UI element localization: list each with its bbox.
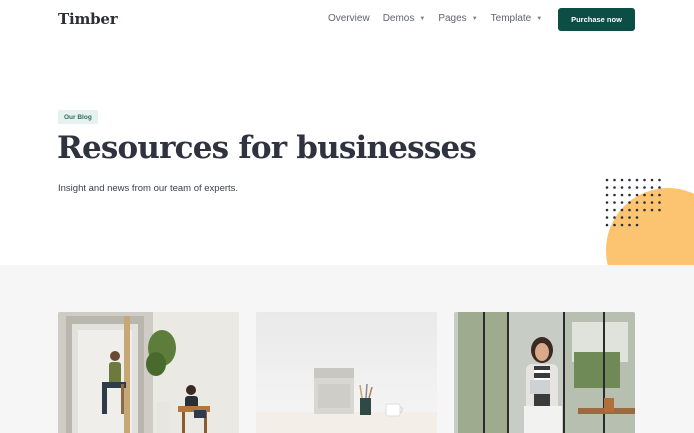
decor-dot [620,216,624,219]
decor-dot [620,193,624,197]
decor-dot [650,193,654,197]
decor-dot [628,223,631,227]
decor-dot [658,201,661,204]
nav-item-overview[interactable]: Overview [328,13,370,24]
decor-dot [643,186,646,189]
nav-label: Pages [438,13,467,24]
page-title: Resources for businesses [57,130,477,166]
decor-dot [605,208,609,212]
decor-dot [605,178,609,182]
decor-dot [628,216,631,219]
decor-dot [658,193,661,197]
nav-label: Template [490,13,532,24]
decor-dot [643,193,646,197]
decor-dot [620,186,624,189]
decor-dot [613,201,616,204]
accent-circle [606,188,694,265]
blog-card[interactable] [454,312,635,433]
decor-dot [650,208,654,212]
decor-dot [658,208,661,212]
decor-dot [628,201,631,204]
decor-dot [613,186,616,189]
decor-dot [613,178,616,182]
decor-dot [635,208,639,212]
nav-label: Overview [328,13,370,24]
decor-dot [620,223,624,227]
decor-dot [650,186,654,189]
blog-badge: Our Blog [58,110,98,124]
purchase-button[interactable]: Purchase now [558,8,635,31]
decor-dot [628,193,631,197]
decor-dot [643,178,646,182]
decor-dot [658,178,661,182]
decor-dot [635,186,639,189]
decor-dot [620,201,624,204]
decor-dot [635,223,639,227]
blog-card[interactable] [58,312,239,433]
caret-down-icon: ▼ [471,15,478,22]
nav-item-template[interactable]: Template ▼ [491,13,543,24]
caret-down-icon: ▼ [536,15,543,22]
decor-dot [613,216,616,219]
decor-dot [628,178,631,182]
caret-down-icon: ▼ [419,15,426,22]
decor-dot [620,178,624,182]
decor-dot [605,223,609,227]
woman-with-laptop-photo [454,312,635,433]
office-phone-booth-photo [58,312,239,433]
desk-speaker-mug-photo [256,312,437,433]
main-nav: Overview Demos ▼ Pages ▼ Template ▼ [328,13,555,24]
decor-dot [605,186,609,189]
decor-dot [635,193,639,197]
decor-dot [620,208,624,212]
decor-dot [613,223,616,227]
blog-card[interactable] [256,312,437,433]
decor-dot [605,201,609,204]
decor-dot [650,178,654,182]
site-logo[interactable]: Timber [58,10,118,28]
decor-dot [605,216,609,219]
decor-dot [658,186,661,189]
decor-dot [635,178,639,182]
decor-dot [643,201,646,204]
decorative-dots-circle [600,170,694,265]
decor-dot [613,208,616,212]
decor-dot [635,201,639,204]
page-subtitle: Insight and news from our team of expert… [58,183,239,194]
nav-item-demos[interactable]: Demos ▼ [383,13,426,24]
decor-dot [613,193,616,197]
decor-dot [628,208,631,212]
decor-dot [628,186,631,189]
site-header: Timber Overview Demos ▼ Pages ▼ Template… [0,0,694,40]
decor-dot [650,201,654,204]
nav-item-pages[interactable]: Pages ▼ [438,13,477,24]
decor-dot [605,193,609,197]
decor-dot [643,208,646,212]
decor-dot [635,216,639,219]
nav-label: Demos [382,13,415,24]
